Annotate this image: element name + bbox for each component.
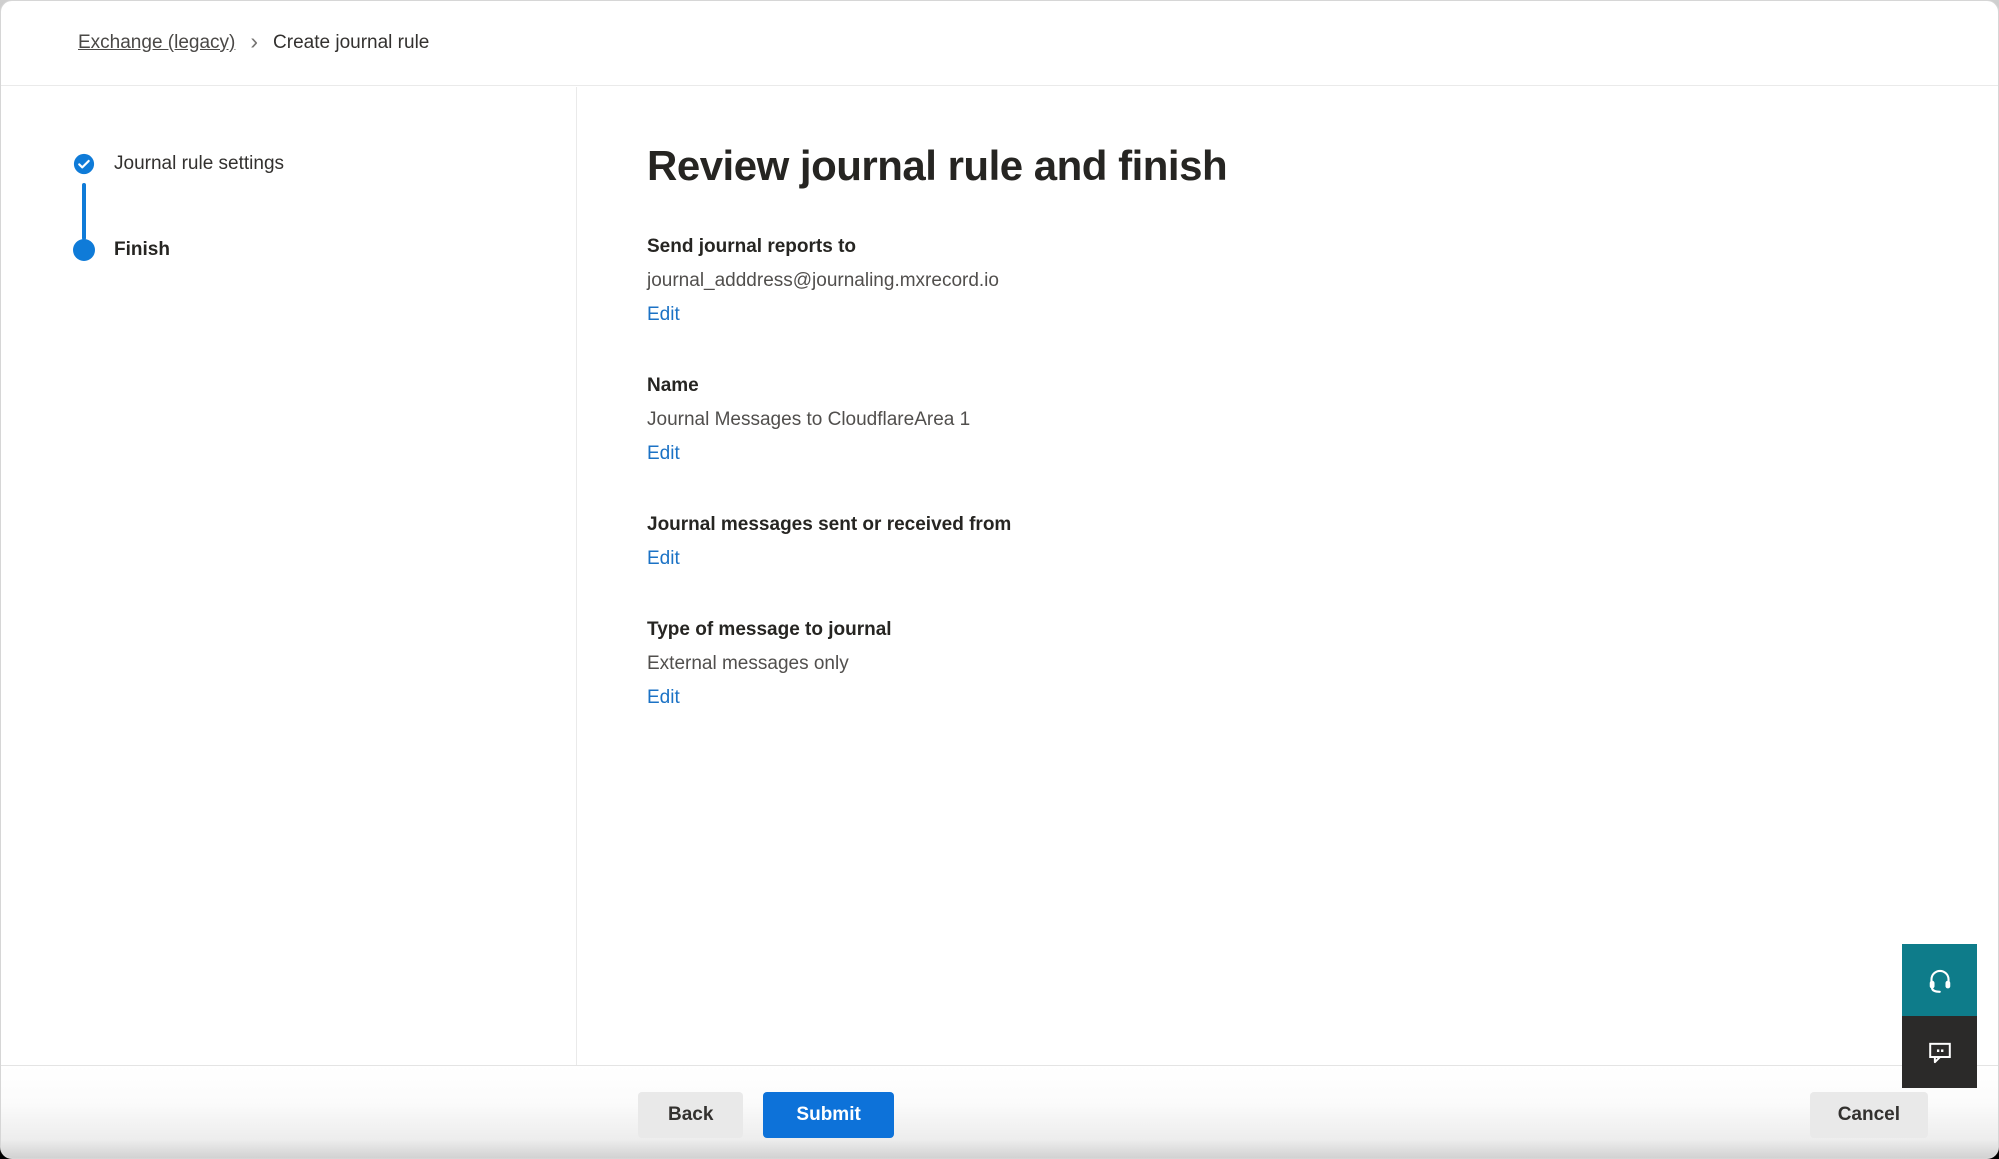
section-value: journal_adddress@journaling.mxrecord.io xyxy=(647,264,1908,298)
cancel-button[interactable]: Cancel xyxy=(1810,1092,1928,1138)
feedback-icon xyxy=(1926,1038,1954,1066)
help-button[interactable] xyxy=(1902,944,1977,1016)
wizard-step-label: Finish xyxy=(114,239,170,261)
submit-button[interactable]: Submit xyxy=(763,1092,893,1138)
headset-icon xyxy=(1926,966,1954,994)
app-window: Exchange (legacy) › Create journal rule … xyxy=(0,0,1999,1159)
edit-link-name[interactable]: Edit xyxy=(647,437,680,471)
step-current-dot-icon xyxy=(73,239,95,261)
step-completed-check-icon xyxy=(73,153,95,175)
footer-action-bar: Back Submit Cancel xyxy=(1,1065,1998,1158)
edit-link-journal-messages-sent-or-received-from[interactable]: Edit xyxy=(647,542,680,576)
wizard-step-finish[interactable]: Finish xyxy=(73,239,170,261)
footer-left-buttons: Back Submit xyxy=(638,1092,894,1138)
breadcrumb-link-exchange-legacy[interactable]: Exchange (legacy) xyxy=(78,32,235,54)
review-section-type-of-message-to-journal: Type of message to journal External mess… xyxy=(647,613,1908,715)
main-layout: Journal rule settings Finish Review jour… xyxy=(1,87,1998,1065)
review-section-send-journal-reports-to: Send journal reports to journal_adddress… xyxy=(647,230,1908,332)
floating-side-buttons xyxy=(1902,944,1977,1088)
section-label: Type of message to journal xyxy=(647,613,1908,647)
top-bar: Exchange (legacy) › Create journal rule xyxy=(1,1,1998,86)
wizard-step-label: Journal rule settings xyxy=(114,153,284,175)
wizard-steps-panel: Journal rule settings Finish xyxy=(1,87,577,1065)
back-button[interactable]: Back xyxy=(638,1092,743,1138)
chevron-right-icon: › xyxy=(250,30,258,53)
feedback-button[interactable] xyxy=(1902,1016,1977,1088)
review-section-journal-messages-sent-or-received-from: Journal messages sent or received from E… xyxy=(647,508,1908,576)
section-value: Journal Messages to CloudflareArea 1 xyxy=(647,403,1908,437)
page-title: Review journal rule and finish xyxy=(647,142,1908,190)
section-value: External messages only xyxy=(647,647,1908,681)
review-content: Review journal rule and finish Send jour… xyxy=(647,87,1908,1065)
wizard-step-journal-rule-settings[interactable]: Journal rule settings xyxy=(73,153,284,175)
review-section-name: Name Journal Messages to CloudflareArea … xyxy=(647,369,1908,471)
edit-link-type-of-message-to-journal[interactable]: Edit xyxy=(647,681,680,715)
breadcrumb-current-page: Create journal rule xyxy=(273,32,429,54)
edit-link-send-journal-reports-to[interactable]: Edit xyxy=(647,298,680,332)
section-label: Name xyxy=(647,369,1908,403)
step-connector-line xyxy=(82,183,86,240)
section-label: Send journal reports to xyxy=(647,230,1908,264)
section-label: Journal messages sent or received from xyxy=(647,508,1908,542)
breadcrumb: Exchange (legacy) › Create journal rule xyxy=(78,32,429,55)
